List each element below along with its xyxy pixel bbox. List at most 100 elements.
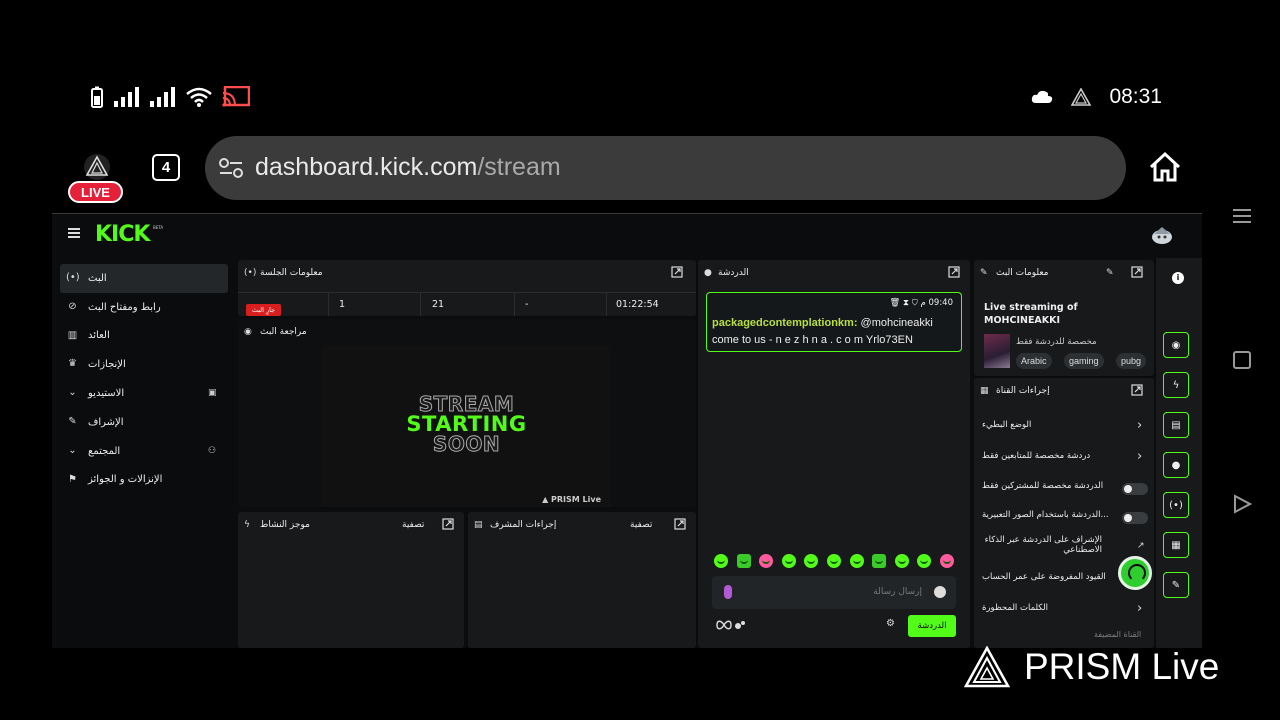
rail-button-stream-info[interactable]: ✎ <box>1163 572 1189 598</box>
tag-chip: pubg <box>1116 353 1147 369</box>
rail-button-preview[interactable]: ◉ <box>1163 332 1189 358</box>
chart-icon: ▥ <box>67 329 78 341</box>
url-bar[interactable]: dashboard.kick.com/stream <box>205 136 1126 200</box>
filter-button[interactable]: تصفية <box>402 520 424 530</box>
action-label: ...الدردشة باستخدام الصور التعبيرية <box>982 510 1109 520</box>
activity-feed-panel: ϟ موجز النشاط تصفية <box>238 512 464 648</box>
action-label: القيود المفروضة على عمر الحساب <box>982 572 1106 582</box>
chat-send-button[interactable]: الدردشة <box>908 615 956 637</box>
banned-words-item[interactable]: الكلمات المحظورة › <box>974 594 1154 624</box>
watermark-text: PRISM Live <box>551 495 601 504</box>
message-time: 09:40 م <box>920 298 953 308</box>
popout-icon[interactable] <box>948 266 960 278</box>
slow-mode-item[interactable]: الوضع البطيء › <box>974 411 1154 441</box>
mod-actions-panel: ▤ إجراءات المشرف تصفية <box>468 512 696 648</box>
infinity-icon[interactable] <box>716 620 732 630</box>
sidebar-item-moderation[interactable]: ✎ الإشراف <box>60 408 228 437</box>
back-triangle-icon[interactable] <box>1232 494 1252 514</box>
chevron-right-icon: › <box>1137 449 1143 464</box>
emote[interactable] <box>894 554 909 568</box>
timeout-icon[interactable]: ⧗ <box>900 298 909 308</box>
sidebar-item-label: البث <box>88 272 107 284</box>
rail-button-mod-actions[interactable]: ▤ <box>1163 412 1189 438</box>
emote[interactable] <box>939 554 954 568</box>
emote[interactable] <box>917 554 932 568</box>
subscribers-only-toggle[interactable] <box>1122 483 1148 495</box>
popout-icon[interactable] <box>1131 266 1143 278</box>
followers-only-item[interactable]: دردشة مخصصة للمتابعين فقط › <box>974 442 1154 472</box>
emoji-picker-icon[interactable] <box>934 586 946 598</box>
stream-text-line2: STARTING <box>406 412 527 436</box>
emote[interactable] <box>872 554 887 568</box>
popout-icon[interactable] <box>442 518 454 530</box>
bolt-icon: ϟ <box>244 520 250 530</box>
wrench-icon: ✎ <box>68 415 77 427</box>
message-body: packagedcontemplationkm: @mohcineakki co… <box>712 315 960 349</box>
home-icon[interactable] <box>1148 150 1182 184</box>
live-badge: LIVE <box>68 181 123 203</box>
chat-input-box[interactable] <box>712 576 956 609</box>
chat-input[interactable] <box>738 583 922 601</box>
support-chat-button[interactable] <box>1118 556 1152 590</box>
ai-moderation-item[interactable]: الإشراف على الدردشة عبر الذكاء الاصطناعي… <box>974 531 1154 561</box>
microphone-icon[interactable] <box>724 585 732 599</box>
panel-title: موجز النشاط <box>260 520 310 530</box>
popout-icon[interactable] <box>1131 384 1143 396</box>
info-icon[interactable]: i <box>1172 272 1184 284</box>
emote-only-toggle[interactable] <box>1122 512 1148 524</box>
action-label: الدردشة مخصصة للمشتركين فقط <box>982 481 1104 491</box>
filter-button[interactable]: تصفية <box>630 520 652 530</box>
users-icon[interactable] <box>734 619 746 631</box>
stream-preview-video[interactable]: STREAM STARTING SOON ▲ PRISM Live <box>322 346 611 507</box>
recent-apps-icon[interactable] <box>1232 206 1252 226</box>
popout-icon[interactable] <box>674 518 686 530</box>
tab-switcher-button[interactable]: 4 <box>152 154 180 181</box>
emote[interactable] <box>781 554 796 568</box>
stream-category: مخصصة للدردشة فقط <box>1016 337 1097 347</box>
sidebar-item-community[interactable]: ⌄ المجتمع ⚇ <box>60 437 228 466</box>
action-label: الكلمات المحظورة <box>982 603 1048 613</box>
emote[interactable] <box>759 554 774 568</box>
rail-button-chat[interactable]: ● <box>1163 452 1189 478</box>
delete-icon[interactable]: 🗑 <box>890 298 901 308</box>
emote[interactable] <box>826 554 841 568</box>
sidebar-item-stream[interactable]: (•) البث <box>60 264 228 293</box>
prism-watermark: ▲ PRISM Live <box>542 495 601 504</box>
chat-message[interactable]: 09:40 م ⛉ ⧗ 🗑 packagedcontemplationkm: @… <box>706 292 962 352</box>
emote[interactable] <box>849 554 864 568</box>
prism-live-button[interactable]: LIVE <box>68 154 124 206</box>
rail-button-channel[interactable]: ▦ <box>1163 532 1189 558</box>
tag-chip: gaming <box>1064 353 1104 369</box>
cast-icon <box>222 86 250 107</box>
kick-logo[interactable]: KICK <box>95 222 150 247</box>
edit-icon[interactable]: ✎ <box>1106 268 1114 278</box>
sidebar-item-revenue[interactable]: ▥ العائد <box>60 322 228 351</box>
menu-icon[interactable] <box>68 228 80 238</box>
sidebar-item-label: الإنزالات و الجوائز <box>88 474 163 486</box>
trophy-icon: ♛ <box>68 358 77 370</box>
sidebar-item-label: الإشراف <box>88 416 124 428</box>
home-square-icon[interactable] <box>1232 350 1252 370</box>
sidebar-item-studio[interactable]: ⌄ الاستيديو ▣ <box>60 379 228 408</box>
battery-icon <box>91 86 103 108</box>
sidebar-item-achievements[interactable]: ♛ الإنجازات <box>60 350 228 379</box>
user-avatar[interactable] <box>1150 225 1174 245</box>
message-username[interactable]: packagedcontemplationkm: <box>712 317 857 329</box>
prism-logo-icon <box>84 154 110 180</box>
popout-icon[interactable] <box>671 266 683 278</box>
emote[interactable] <box>736 554 751 568</box>
android-nav-bar <box>1222 0 1262 720</box>
action-label: الإشراف على الدردشة عبر الذكاء الاصطناعي <box>984 535 1102 555</box>
settings-gear-icon[interactable]: ⚙ <box>886 618 895 629</box>
emote[interactable] <box>714 554 728 568</box>
sidebar-item-drops[interactable]: ⚑ الإنزالات و الجوائز <box>60 466 228 495</box>
studio-icon: ▣ <box>208 388 217 399</box>
rail-button-activity[interactable]: ϟ <box>1163 372 1189 398</box>
sidebar-item-stream-key[interactable]: ⊘ رابط ومفتاح البث <box>60 293 228 322</box>
prism-live-text: PRISM Live <box>1024 646 1220 687</box>
rail-button-session[interactable]: (•) <box>1163 492 1189 518</box>
follower-count: 21 <box>432 299 445 310</box>
action-label: دردشة مخصصة للمتابعين فقط <box>982 451 1091 461</box>
emote[interactable] <box>804 554 819 568</box>
site-settings-icon[interactable] <box>219 157 243 179</box>
